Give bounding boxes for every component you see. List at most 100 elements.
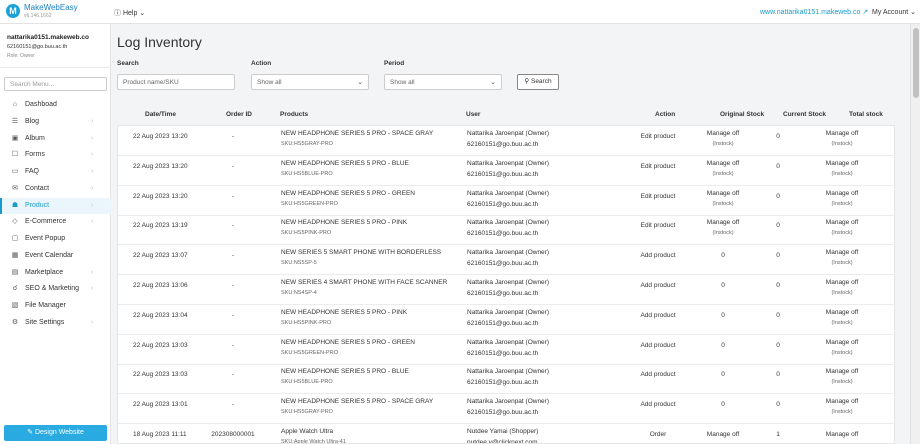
sidebar-item-file-manager[interactable]: ▧ File Manager (0, 298, 111, 314)
cell-user-email: 62160151@go.buu.ac.th (467, 349, 539, 357)
header-original-stock: Original Stock (720, 111, 765, 118)
header-user: User (466, 111, 481, 118)
cell-product-name: NEW SERIES 4 SMART PHONE WITH FACE SCANN… (281, 279, 448, 286)
cell-user-email: 62160151@go.buu.ac.th (467, 170, 539, 178)
site-link[interactable]: www.nattarika0151.makeweb.co ↗ (760, 8, 868, 16)
brand-logo-icon[interactable]: M (6, 4, 20, 18)
table-row[interactable]: 22 Aug 2023 13:03 - NEW HEADPHONE SERIES 5… (118, 335, 894, 365)
table-row[interactable]: 22 Aug 2023 13:07 - NEW SERIES 5 SMART PHO… (118, 245, 894, 276)
cell-original-stock-status: (Instock) (712, 230, 734, 237)
cell-total-stock-status: (Instock) (831, 349, 853, 356)
user-role: Role: Owner (7, 53, 35, 59)
action-select[interactable]: Show all ⌄ (251, 74, 369, 90)
search-icon: ⚲ (524, 78, 530, 85)
sidebar-item-label: Blog (25, 117, 40, 125)
cell-total-stock: Manage off (825, 338, 859, 346)
sidebar-item-event-calendar[interactable]: ▦ Event Calendar (0, 248, 111, 264)
cell-current-stock: 0 (776, 341, 780, 349)
cell-product-name: NEW HEADPHONE SERIES 5 PRO - SPACE GRAY (281, 398, 434, 406)
table-row[interactable]: 22 Aug 2023 13:20 - NEW HEADPHONE SERIES 5… (118, 186, 894, 216)
table-row[interactable]: 22 Aug 2023 13:19 - NEW HEADPHONE SERIES 5… (118, 215, 894, 246)
cell-current-stock: 0 (776, 192, 780, 200)
sidebar-item-event-popup[interactable]: ▢ Event Popup (0, 231, 111, 247)
cell-current-stock: 0 (776, 401, 780, 409)
cell-order-id: - (231, 222, 235, 230)
sidebar-item-forms[interactable]: ☐ Forms › (0, 147, 111, 163)
cell-product-name: NEW HEADPHONE SERIES 5 PRO - BLUE (281, 368, 409, 376)
product-search-input[interactable]: Product name/SKU (117, 74, 235, 90)
cell-datetime: 22 Aug 2023 13:06 (133, 282, 188, 289)
cell-datetime: 22 Aug 2023 13:07 (133, 252, 188, 260)
cell-user-email: 62160151@go.buu.ac.th (467, 379, 539, 387)
sidebar-item-dashboad[interactable]: ⌂ Dashboad (0, 97, 111, 113)
user-email: 62160151@go.buu.ac.th (7, 44, 68, 50)
table-row[interactable]: 22 Aug 2023 13:20 - NEW HEADPHONE SERIES 5… (118, 126, 894, 156)
sidebar-item-marketplace[interactable]: ▤ Marketplace › (0, 265, 111, 281)
table-row[interactable]: 18 Aug 2023 11:11 202308000001 Apple Watch… (118, 424, 894, 444)
scroll-thumb[interactable] (913, 28, 919, 98)
cell-user-email: 62160151@go.buu.ac.th (467, 141, 539, 148)
action-filter-label: Action (251, 60, 272, 67)
page-scrollbar[interactable] (910, 24, 920, 444)
chevron-right-icon: › (91, 218, 94, 226)
chevron-right-icon: › (91, 201, 94, 209)
cell-user-name: Nattarika Jaroenpat (Owner) (467, 398, 550, 406)
cell-user-email: 62160151@go.buu.ac.th (467, 319, 539, 327)
table-row[interactable]: 22 Aug 2023 13:20 - NEW HEADPHONE SERIES 5… (118, 156, 894, 186)
sidebar-item-faq[interactable]: ▭ FAQ › (0, 164, 111, 180)
cell-total-stock: Manage off (825, 431, 859, 438)
cell-product-name: NEW SERIES 5 SMART PHONE WITH BORDERLESS (281, 249, 442, 257)
sidebar-item-product[interactable]: ☗ Product › (0, 197, 111, 214)
cell-product-sku: SKU:HS5GREEN-PRO (281, 349, 338, 356)
account-menu[interactable]: My Account ⌄ (872, 8, 916, 16)
cell-total-stock: Manage off (825, 219, 859, 227)
cell-current-stock: 0 (776, 162, 780, 170)
design-website-button[interactable]: ✎ Design Website (4, 425, 107, 441)
cell-total-stock: Manage off (825, 308, 859, 316)
header-order-id: Order ID (226, 111, 253, 118)
cell-datetime: 22 Aug 2023 13:20 (133, 162, 188, 170)
sidebar-item-e-commerce[interactable]: ◇ E-Commerce › (0, 214, 111, 230)
faq-icon: ▭ (11, 168, 19, 175)
cell-original-stock: 0 (721, 371, 725, 379)
marketplace-icon: ▤ (11, 268, 19, 276)
tag-icon: ◇ (12, 218, 18, 226)
cell-order-id: - (231, 341, 235, 349)
cell-action: Add product (640, 341, 676, 349)
seo-icon: ☌ (12, 285, 18, 293)
cell-original-stock: 0 (721, 282, 725, 289)
cell-user-email: nutdee.y@clicknext.com (467, 439, 538, 444)
sidebar-item-album[interactable]: ▣ Album › (0, 131, 111, 147)
search-menu-input[interactable]: Search Menu... (4, 77, 107, 91)
chevron-right-icon: › (91, 184, 94, 192)
search-button[interactable]: ⚲ Search (517, 74, 559, 90)
user-name: nattarika0151.makeweb.co (7, 34, 90, 41)
cell-user-name: Nattarika Jaroenpat (Owner) (467, 279, 550, 286)
cell-total-stock: Manage off (825, 189, 859, 197)
album-icon: ▣ (11, 134, 19, 142)
brand-name: MakeWebEasy (24, 3, 78, 12)
sidebar-item-site-settings[interactable]: ⚙ Site Settings › (0, 315, 111, 331)
table-row[interactable]: 22 Aug 2023 13:04 - NEW HEADPHONE SERIES 5… (118, 305, 894, 335)
cell-order-id: 202308000001 (211, 431, 255, 438)
sidebar-item-seo-marketing[interactable]: ☌ SEO & Marketing › (0, 281, 111, 297)
cell-product-name: NEW HEADPHONE SERIES 5 PRO - PINK (281, 219, 408, 227)
cell-original-stock: Manage off (706, 431, 740, 438)
sidebar-item-contact[interactable]: ✉ Contact › (0, 181, 111, 197)
sidebar-item-label: FAQ (25, 168, 40, 175)
period-select[interactable]: Show all ⌄ (384, 74, 502, 90)
chevron-right-icon: › (91, 285, 94, 293)
cell-current-stock: 0 (776, 222, 780, 230)
sidebar-item-blog[interactable]: ☰ Blog › (0, 114, 111, 130)
cell-product-name: NEW HEADPHONE SERIES 5 PRO - SPACE GRAY (281, 130, 434, 137)
table-row[interactable]: 22 Aug 2023 13:06 - NEW SERIES 4 SMART PHO… (118, 275, 894, 305)
header-current-stock: Current Stock (783, 111, 826, 118)
sidebar-item-label: Product (25, 201, 50, 209)
sidebar-item-label: Site Settings (25, 318, 65, 326)
cell-user-email: 62160151@go.buu.ac.th (467, 200, 539, 208)
table-row[interactable]: 22 Aug 2023 13:03 - NEW HEADPHONE SERIES 5… (118, 364, 894, 395)
help-circle-icon: ⓘ (114, 10, 121, 17)
cell-product-sku: SKU:HS5PINK-PRO (281, 319, 332, 326)
table-row[interactable]: 22 Aug 2023 13:01 - NEW HEADPHONE SERIES 5… (118, 394, 894, 425)
help-menu[interactable]: ⓘ Help ⌄ (114, 8, 145, 18)
